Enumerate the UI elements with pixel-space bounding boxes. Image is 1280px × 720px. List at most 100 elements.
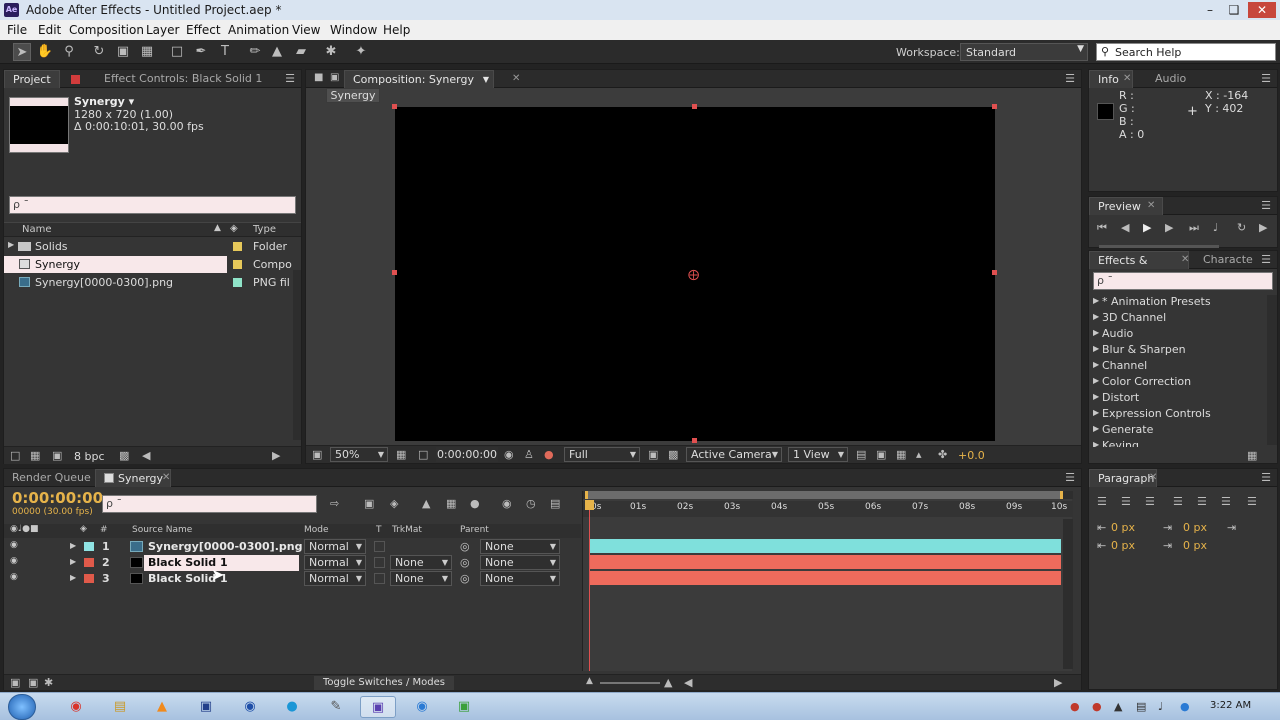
tab-effects-presets[interactable]: Effects & Presets [1089, 251, 1189, 285]
align-left-icon[interactable]: ☰ [1097, 495, 1107, 508]
skype-icon[interactable]: ● [274, 696, 310, 718]
comp-name[interactable]: Synergy ▾ [74, 95, 134, 108]
effects-category[interactable]: ▶ 3D Channel [1093, 311, 1263, 327]
panel-menu-icon[interactable]: ☰ [1261, 253, 1271, 266]
start-orb-icon[interactable] [8, 694, 36, 720]
layer-handle[interactable] [992, 104, 997, 109]
layer-handle[interactable] [392, 270, 397, 275]
last-frame-icon[interactable]: ⏭ [1189, 221, 1199, 235]
project-item-row-selected[interactable]: Synergy Compo [4, 256, 301, 273]
rectangle-tool-icon[interactable]: □ [168, 43, 186, 61]
preserve-transparency-checkbox[interactable] [374, 541, 385, 552]
tab-audio[interactable]: Audio [1147, 70, 1194, 88]
label-color-swatch[interactable] [233, 242, 242, 251]
vlc-icon[interactable]: ▲ [144, 696, 180, 718]
expand-transfer-controls-icon[interactable]: ▣ [28, 676, 38, 689]
project-scrollbar[interactable] [293, 270, 301, 440]
layer-duration-bar[interactable] [589, 539, 1061, 553]
layer-row-selected[interactable]: ◉ ▶ 2 Black Solid 1 Normal ▼ None ▼ ◎ None… [4, 555, 581, 571]
panel-menu-icon[interactable]: ☰ [1065, 471, 1075, 484]
pick-whip-icon[interactable]: ◎ [460, 572, 470, 585]
next-frame-icon[interactable]: ▶ [1165, 221, 1173, 234]
effects-category[interactable]: ▶ Keying [1093, 439, 1263, 447]
tab-project[interactable]: Project [4, 70, 60, 88]
indent-right-value[interactable]: 0 px [1183, 521, 1207, 534]
effects-category[interactable]: ▶ Distort [1093, 391, 1263, 407]
expand-triangle-icon[interactable]: ▶ [1093, 328, 1099, 337]
effects-category[interactable]: ▶ Expression Controls [1093, 407, 1263, 423]
align-center-icon[interactable]: ☰ [1121, 495, 1131, 508]
composition-mini-flowchart-icon[interactable]: ⇨ [330, 497, 339, 510]
new-folder-icon[interactable]: ▦ [30, 449, 40, 462]
column-name[interactable]: Name [22, 224, 52, 235]
scroll-right-icon[interactable]: ▶ [272, 449, 280, 462]
tab-composition[interactable]: Composition: Synergy ▼ [344, 70, 494, 88]
toggle-switches-modes-button[interactable]: Toggle Switches / Modes [314, 676, 454, 690]
effects-category[interactable]: ▶ Blur & Sharpen [1093, 343, 1263, 359]
anchor-point-icon[interactable]: ⨁ [688, 268, 699, 281]
after-effects-icon[interactable]: ▣ [360, 696, 396, 718]
show-snapshot-icon[interactable]: ♙ [524, 448, 534, 461]
menu-view[interactable]: View [292, 23, 320, 37]
toggle-pixel-aspect-icon[interactable]: ▤ [856, 448, 866, 461]
transparency-grid-icon[interactable]: ▩ [668, 448, 678, 461]
firefox-icon[interactable]: ◉ [232, 696, 268, 718]
tray-icon[interactable]: ● [1070, 700, 1080, 713]
layer-label-color[interactable] [84, 574, 94, 583]
lock-icon[interactable]: ■ [314, 72, 323, 83]
close-icon[interactable]: ✕ [1149, 472, 1157, 483]
current-time-indicator[interactable] [589, 501, 590, 671]
expand-triangle-icon[interactable]: ▶ [1093, 376, 1099, 385]
timeline-icon[interactable]: ▦ [896, 448, 906, 461]
space-after-value[interactable]: 0 px [1183, 539, 1207, 552]
chrome-icon[interactable]: ◉ [58, 696, 94, 718]
workspace-dropdown[interactable]: Standard ▼ [960, 43, 1088, 61]
taskbar-clock[interactable]: 3:22 AM [1210, 700, 1251, 711]
play-icon[interactable]: ▶ [1143, 221, 1151, 234]
channel-rgb-icon[interactable]: ● [544, 448, 554, 461]
auto-keyframe-icon[interactable]: ◷ [526, 497, 536, 510]
expand-triangle-icon[interactable]: ▶ [8, 240, 14, 249]
indent-left-value[interactable]: 0 px [1111, 521, 1135, 534]
photoshop-icon[interactable]: ▣ [188, 696, 224, 718]
layer-handle[interactable] [692, 438, 697, 443]
panel-menu-icon[interactable]: ☰ [1261, 72, 1271, 85]
playhead-handle[interactable] [585, 500, 594, 510]
layer-row[interactable]: ◉ ▶ 3 Black Solid 1 Normal ▼ None ▼ ◎ None… [4, 571, 581, 587]
tray-icon[interactable]: ▲ [1114, 700, 1122, 713]
camera-tool-icon[interactable]: ▣ [114, 43, 132, 61]
blend-mode-dropdown[interactable]: Normal ▼ [304, 539, 366, 554]
eye-icon[interactable]: ◉ [10, 540, 18, 550]
effects-category[interactable]: ▶ * Animation Presets [1093, 295, 1263, 311]
column-trkmat[interactable]: TrkMat [392, 525, 422, 535]
space-before-value[interactable]: 0 px [1111, 539, 1135, 552]
graph-editor-icon[interactable]: ▤ [550, 497, 560, 510]
eye-icon[interactable]: ◉ [10, 556, 18, 566]
hide-shy-layers-icon[interactable]: ▲ [422, 497, 430, 510]
effects-category[interactable]: ▶ Color Correction [1093, 375, 1263, 391]
motion-blur-icon[interactable]: ● [470, 497, 480, 510]
pen-tool-icon[interactable]: ✒ [192, 43, 210, 61]
live-update-icon[interactable]: ▣ [364, 497, 374, 510]
expand-in-out-icon[interactable]: ✱ [44, 676, 53, 689]
label-tag-icon[interactable]: ◈ [80, 524, 87, 534]
blend-mode-dropdown[interactable]: Normal ▼ [304, 571, 366, 586]
eraser-tool-icon[interactable]: ▰ [292, 43, 310, 61]
menu-file[interactable]: File [7, 23, 27, 37]
expand-triangle-icon[interactable]: ▶ [1093, 344, 1099, 353]
parent-dropdown[interactable]: None ▼ [480, 539, 560, 554]
column-type[interactable]: Type [253, 224, 276, 235]
ram-preview-icon[interactable]: ▶ [1259, 221, 1267, 234]
track-matte-dropdown[interactable]: None ▼ [390, 555, 452, 570]
close-icon[interactable]: ✕ [1181, 254, 1189, 265]
menu-effect[interactable]: Effect [186, 23, 221, 37]
exposure-value[interactable]: +0.0 [958, 449, 985, 462]
close-button[interactable]: ✕ [1248, 2, 1276, 18]
layer-handle[interactable] [692, 104, 697, 109]
always-preview-icon[interactable]: ▣ [312, 448, 322, 461]
ie-icon[interactable]: ◉ [404, 696, 440, 718]
zoom-tool-icon[interactable]: ⚲ [60, 43, 78, 61]
effects-category[interactable]: ▶ Audio [1093, 327, 1263, 343]
puppet-pin-tool-icon[interactable]: ✦ [352, 43, 370, 61]
expand-triangle-icon[interactable]: ▶ [70, 541, 76, 550]
